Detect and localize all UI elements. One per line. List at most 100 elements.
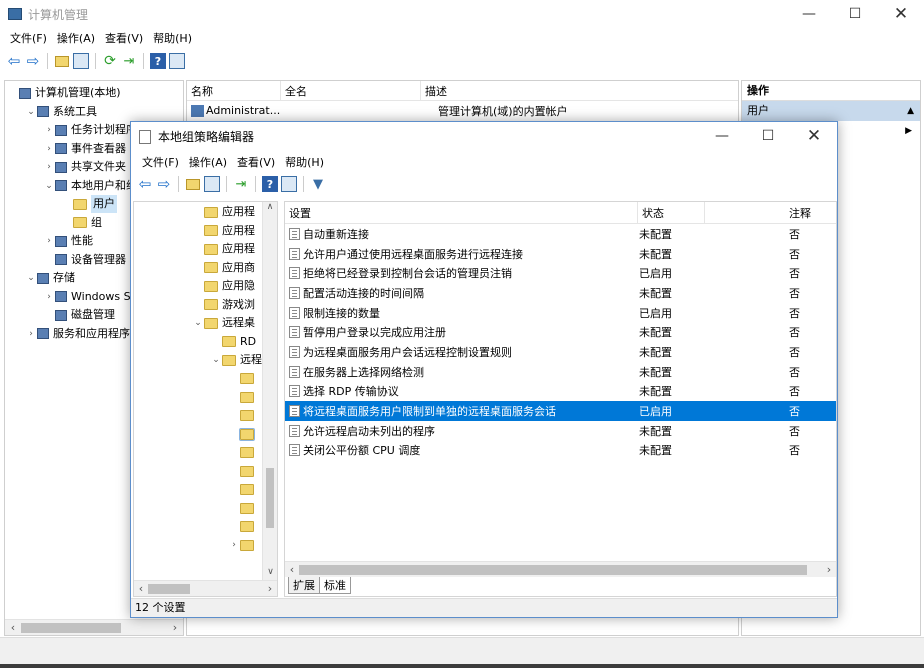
outer-tree-hscrollbar[interactable]: ‹ › xyxy=(5,619,183,635)
gpedit-tree-item[interactable]: ⌄ 远程 xyxy=(134,351,277,370)
setting-row[interactable]: 自动重新连接 未配置 否 xyxy=(285,224,836,244)
chevron-down-icon[interactable]: ⌄ xyxy=(192,314,204,332)
properties-icon[interactable] xyxy=(281,176,297,192)
col-setting-header[interactable]: 设置 xyxy=(285,202,638,223)
up-folder-icon[interactable] xyxy=(54,53,70,69)
forward-arrow-icon[interactable]: ⇨ xyxy=(25,52,41,70)
gpedit-tree-item[interactable]: 应用商 xyxy=(134,259,277,278)
outer-minimize-button[interactable]: — xyxy=(786,0,832,28)
setting-row[interactable]: 关闭公平份额 CPU 调度 未配置 否 xyxy=(285,441,836,461)
help-icon[interactable]: ? xyxy=(150,53,166,69)
scroll-right-arrow-icon[interactable]: › xyxy=(263,582,277,595)
chevron-right-icon[interactable]: › xyxy=(43,121,55,139)
col-description-header[interactable]: 描述 xyxy=(421,81,661,100)
setting-row[interactable]: 为远程桌面服务用户会话远程控制设置规则 未配置 否 xyxy=(285,342,836,362)
scroll-thumb[interactable] xyxy=(299,564,807,575)
chevron-right-icon[interactable]: › xyxy=(228,536,240,554)
chevron-down-icon[interactable]: ⌄ xyxy=(25,103,37,121)
user-row[interactable]: Administrat... 管理计算机(域)的内置帐户 xyxy=(187,101,738,121)
inner-menu-item-0[interactable]: 文件(F) xyxy=(137,154,184,170)
gpedit-tree-item[interactable]: 游戏浏 xyxy=(134,296,277,315)
back-arrow-icon[interactable]: ⇦ xyxy=(6,52,22,70)
col-name-header[interactable]: 名称 xyxy=(187,81,281,100)
outer-tree-item[interactable]: ⌄ 系统工具 xyxy=(5,103,183,122)
tab-extended[interactable]: 扩展 xyxy=(288,577,320,594)
outer-menu-item-2[interactable]: 查看(V) xyxy=(100,30,148,46)
col-comment-header[interactable]: 注释 xyxy=(705,202,835,223)
chevron-right-icon[interactable]: › xyxy=(43,288,55,306)
gpedit-maximize-button[interactable]: ☐ xyxy=(745,122,791,150)
gpedit-tree-item[interactable] xyxy=(134,518,277,537)
scroll-down-arrow-icon[interactable]: ∨ xyxy=(263,567,277,581)
scroll-right-arrow-icon[interactable]: › xyxy=(822,563,836,576)
gpedit-tree-item[interactable]: 应用隐 xyxy=(134,277,277,296)
setting-row[interactable]: 暂停用户登录以完成应用注册 未配置 否 xyxy=(285,322,836,342)
gpedit-tree-item[interactable]: 应用程 xyxy=(134,222,277,241)
collapse-up-icon[interactable]: ▲ xyxy=(907,101,914,121)
inner-menu-item-1[interactable]: 操作(A) xyxy=(184,154,232,170)
inner-menu-item-2[interactable]: 查看(V) xyxy=(232,154,280,170)
setting-row[interactable]: 在服务器上选择网络检测 未配置 否 xyxy=(285,362,836,382)
gpedit-tree-item[interactable]: ⌄ 远程桌 xyxy=(134,314,277,333)
setting-row[interactable]: 限制连接的数量 已启用 否 xyxy=(285,303,836,323)
outer-tree-item[interactable]: 计算机管理(本地) xyxy=(5,84,183,103)
export-list-icon[interactable]: ⇥ xyxy=(121,53,137,69)
show-hide-tree-icon[interactable] xyxy=(73,53,89,69)
gpedit-tree-item[interactable] xyxy=(134,370,277,389)
gpedit-tree-item[interactable] xyxy=(134,444,277,463)
outer-menu-item-3[interactable]: 帮助(H) xyxy=(148,30,197,46)
gpedit-tree-item[interactable] xyxy=(134,481,277,500)
scroll-up-arrow-icon[interactable]: ∧ xyxy=(263,202,277,216)
gpedit-tree-item[interactable] xyxy=(134,499,277,518)
scroll-left-arrow-icon[interactable]: ‹ xyxy=(134,582,148,595)
tab-standard[interactable]: 标准 xyxy=(319,577,351,594)
chevron-right-icon[interactable]: › xyxy=(43,232,55,250)
gpedit-tree-item[interactable] xyxy=(134,462,277,481)
outer-close-button[interactable]: ✕ xyxy=(878,0,924,28)
gpedit-tree-vscrollbar[interactable]: ∧ ∨ xyxy=(262,202,277,581)
scroll-left-arrow-icon[interactable]: ‹ xyxy=(285,563,299,576)
gpedit-tree-item[interactable]: RD xyxy=(134,333,277,352)
setting-row[interactable]: 选择 RDP 传输协议 未配置 否 xyxy=(285,382,836,402)
gpedit-tree-item[interactable]: › xyxy=(134,536,277,555)
col-state-header[interactable]: 状态 xyxy=(638,202,705,223)
more-actions-arrow-icon[interactable]: ▶ xyxy=(905,126,912,136)
filter-icon[interactable]: ▼ xyxy=(310,176,326,192)
refresh-icon[interactable]: ⟳ xyxy=(102,53,118,69)
gpedit-tree-item[interactable]: 应用程 xyxy=(134,203,277,222)
scroll-thumb[interactable] xyxy=(148,583,190,594)
gpedit-tree-item[interactable]: 应用程 xyxy=(134,240,277,259)
gpedit-tree-hscrollbar[interactable]: ‹ › xyxy=(134,580,277,596)
chevron-right-icon[interactable]: › xyxy=(43,158,55,176)
up-folder-icon[interactable] xyxy=(185,176,201,192)
setting-row[interactable]: 允许用户通过使用远程桌面服务进行远程连接 未配置 否 xyxy=(285,244,836,264)
scroll-thumb[interactable] xyxy=(21,622,121,633)
chevron-right-icon[interactable]: › xyxy=(25,325,37,343)
show-hide-tree-icon[interactable] xyxy=(204,176,220,192)
settings-hscrollbar[interactable]: ‹ › xyxy=(285,561,836,577)
chevron-right-icon[interactable]: › xyxy=(43,140,55,158)
setting-row[interactable]: 拒绝将已经登录到控制台会话的管理员注销 已启用 否 xyxy=(285,263,836,283)
scroll-right-arrow-icon[interactable]: › xyxy=(167,621,183,634)
col-fullname-header[interactable]: 全名 xyxy=(281,81,421,100)
setting-row[interactable]: 配置活动连接的时间间隔 未配置 否 xyxy=(285,283,836,303)
scroll-thumb[interactable] xyxy=(266,468,274,528)
gpedit-tree-item[interactable] xyxy=(134,425,277,444)
chevron-down-icon[interactable]: ⌄ xyxy=(25,269,37,287)
outer-maximize-button[interactable]: ☐ xyxy=(832,0,878,28)
export-list-icon[interactable]: ⇥ xyxy=(233,176,249,192)
gpedit-close-button[interactable]: ✕ xyxy=(791,122,837,150)
outer-menu-item-1[interactable]: 操作(A) xyxy=(52,30,100,46)
help-icon[interactable]: ? xyxy=(262,176,278,192)
chevron-down-icon[interactable]: ⌄ xyxy=(210,351,222,369)
gpedit-minimize-button[interactable]: — xyxy=(699,122,745,150)
back-arrow-icon[interactable]: ⇦ xyxy=(137,175,153,193)
scroll-left-arrow-icon[interactable]: ‹ xyxy=(5,621,21,634)
inner-menu-item-3[interactable]: 帮助(H) xyxy=(280,154,329,170)
forward-arrow-icon[interactable]: ⇨ xyxy=(156,175,172,193)
setting-row[interactable]: 将远程桌面服务用户限制到单独的远程桌面服务会话 已启用 否 xyxy=(285,401,836,421)
gpedit-tree-item[interactable] xyxy=(134,388,277,407)
outer-menu-item-0[interactable]: 文件(F) xyxy=(5,30,52,46)
setting-row[interactable]: 允许远程启动未列出的程序 未配置 否 xyxy=(285,421,836,441)
gpedit-tree-item[interactable] xyxy=(134,407,277,426)
